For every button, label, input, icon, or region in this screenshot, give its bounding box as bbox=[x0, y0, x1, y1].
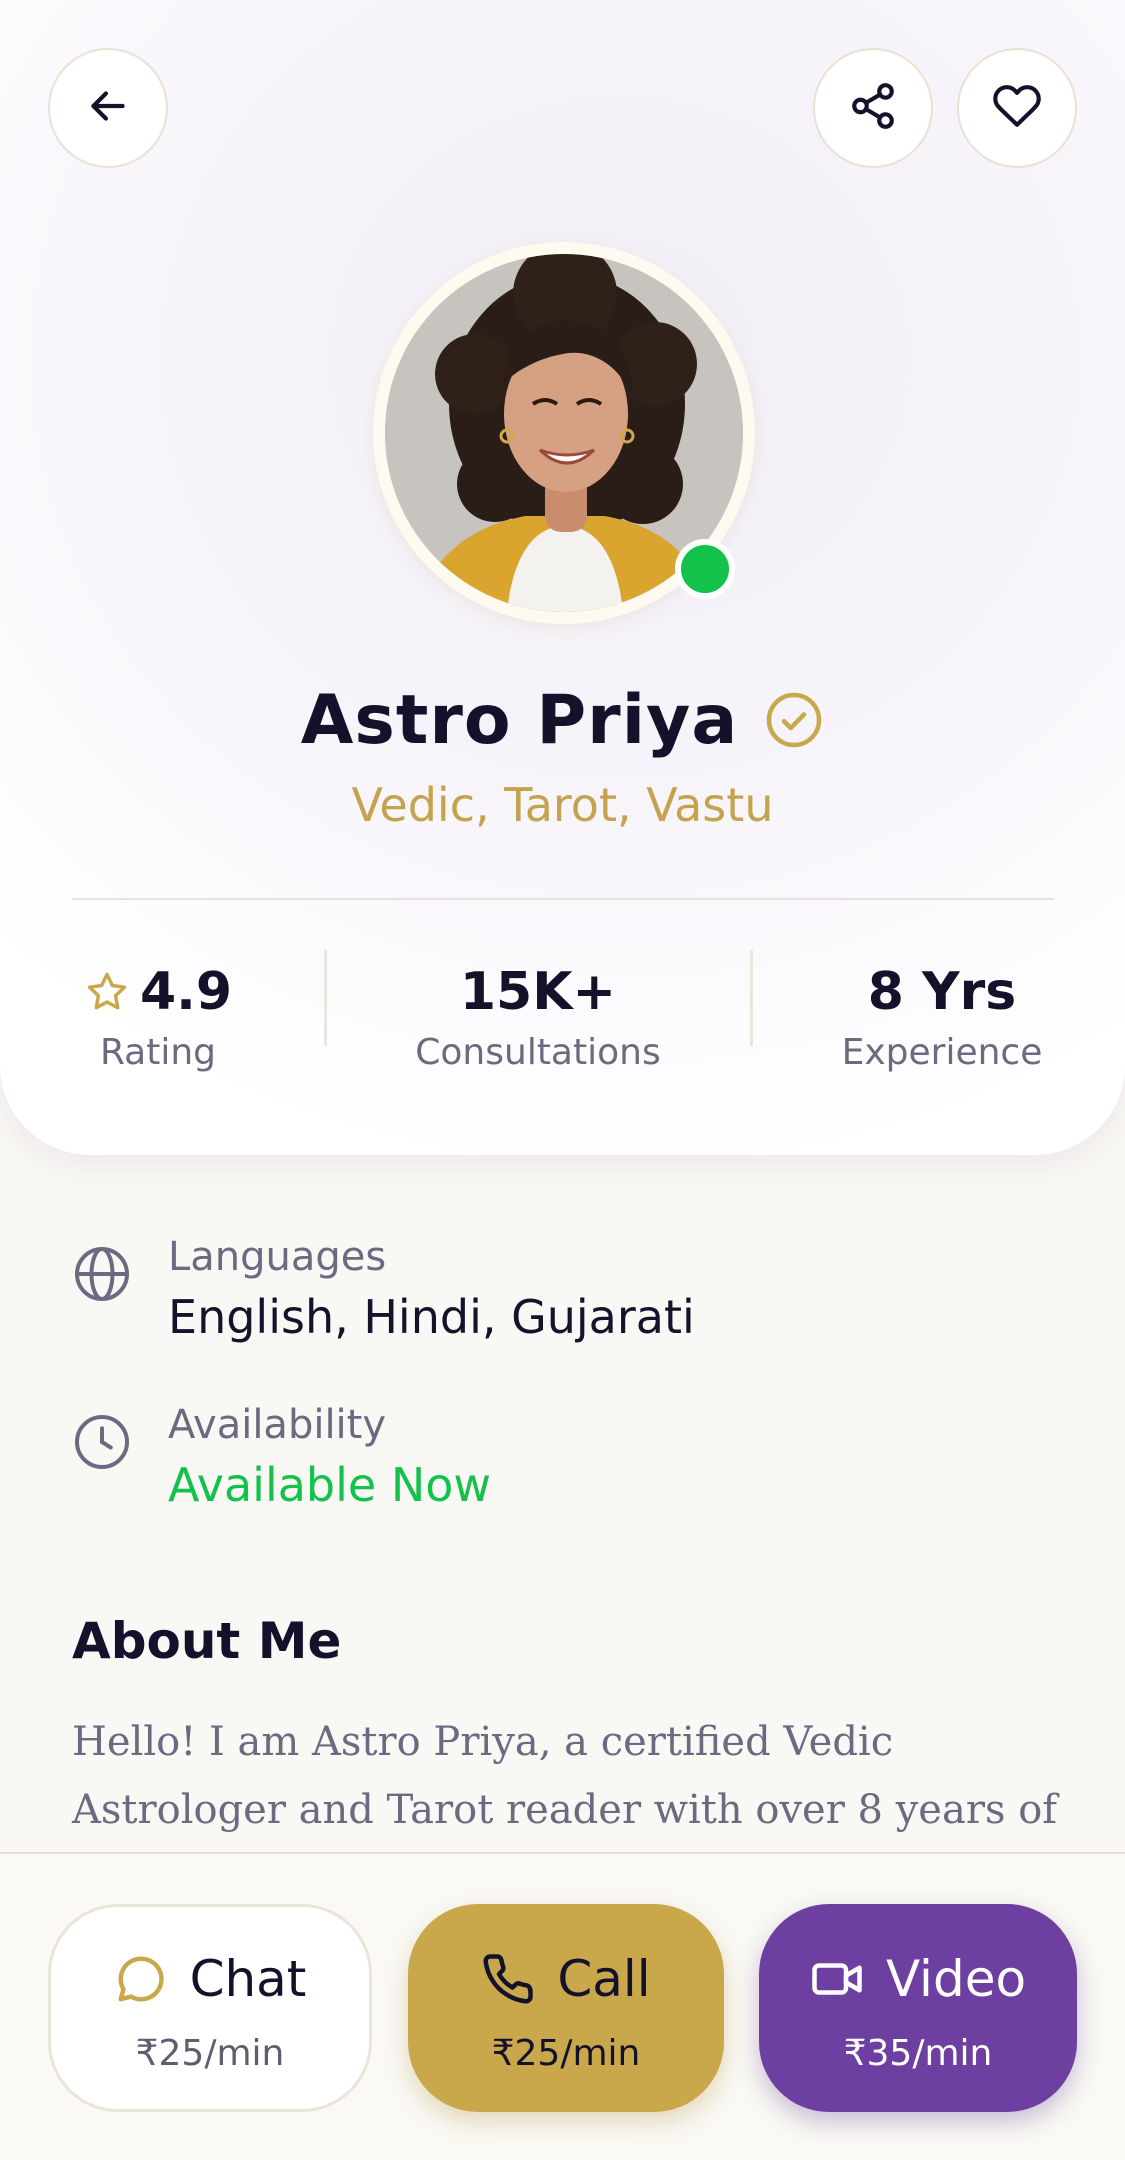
chat-button[interactable]: Chat ₹25/min bbox=[48, 1904, 372, 2112]
specialities-text: Vedic, Tarot, Vastu bbox=[351, 778, 774, 832]
chat-bubble-icon bbox=[114, 1952, 168, 2006]
chat-label: Chat bbox=[189, 1949, 307, 2008]
consultations-value: 15K+ bbox=[459, 962, 617, 1022]
verified-check-icon bbox=[764, 690, 824, 750]
share-icon bbox=[848, 81, 898, 135]
stat-divider bbox=[324, 950, 327, 1046]
stat-experience: 8 Yrs Experience bbox=[830, 960, 1054, 1073]
heart-icon bbox=[992, 81, 1042, 135]
call-label: Call bbox=[557, 1949, 651, 2008]
clock-icon bbox=[72, 1412, 132, 1472]
experience-label: Experience bbox=[841, 1032, 1043, 1073]
profile-header-card: Astro Priya Vedic, Tarot, Vastu 4.9 Rati… bbox=[0, 0, 1125, 1155]
consultation-action-bar: Chat ₹25/min Call ₹25/min Video ₹35/min bbox=[0, 1852, 1125, 2160]
star-icon bbox=[84, 969, 130, 1015]
chat-price: ₹25/min bbox=[135, 2032, 285, 2074]
video-label: Video bbox=[885, 1949, 1027, 2008]
arrow-left-icon bbox=[83, 81, 133, 135]
share-button[interactable] bbox=[813, 48, 933, 168]
name-row: Astro Priya bbox=[0, 672, 1125, 768]
consultations-label: Consultations bbox=[415, 1032, 661, 1073]
rating-label: Rating bbox=[99, 1032, 217, 1073]
about-text: Hello! I am Astro Priya, a certified Ved… bbox=[72, 1719, 1058, 1833]
languages-row: Languages English, Hindi, Gujarati bbox=[72, 1234, 1052, 1364]
stat-rating: 4.9 Rating bbox=[70, 960, 246, 1073]
back-button[interactable] bbox=[48, 48, 168, 168]
video-price: ₹35/min bbox=[843, 2032, 993, 2074]
availability-row: Availability Available Now bbox=[72, 1402, 1052, 1532]
phone-icon bbox=[481, 1952, 535, 2006]
call-button[interactable]: Call ₹25/min bbox=[408, 1904, 724, 2112]
favorite-button[interactable] bbox=[957, 48, 1077, 168]
stat-divider bbox=[750, 950, 753, 1046]
availability-value: Available Now bbox=[168, 1458, 492, 1512]
about-heading: About Me bbox=[72, 1612, 342, 1670]
stat-consultations: 15K+ Consultations bbox=[390, 960, 686, 1073]
languages-label: Languages bbox=[168, 1234, 387, 1280]
avatar-frame bbox=[373, 242, 755, 624]
video-camera-icon bbox=[810, 1952, 864, 2006]
video-button[interactable]: Video ₹35/min bbox=[759, 1904, 1077, 2112]
experience-value: 8 Yrs bbox=[867, 962, 1017, 1022]
call-price: ₹25/min bbox=[491, 2032, 641, 2074]
astrologer-name: Astro Priya bbox=[300, 680, 739, 760]
globe-icon bbox=[72, 1244, 132, 1304]
languages-value: English, Hindi, Gujarati bbox=[168, 1290, 695, 1344]
availability-label: Availability bbox=[168, 1402, 387, 1448]
online-status-dot bbox=[675, 539, 735, 599]
rating-value: 4.9 bbox=[139, 962, 233, 1022]
divider bbox=[72, 898, 1054, 900]
